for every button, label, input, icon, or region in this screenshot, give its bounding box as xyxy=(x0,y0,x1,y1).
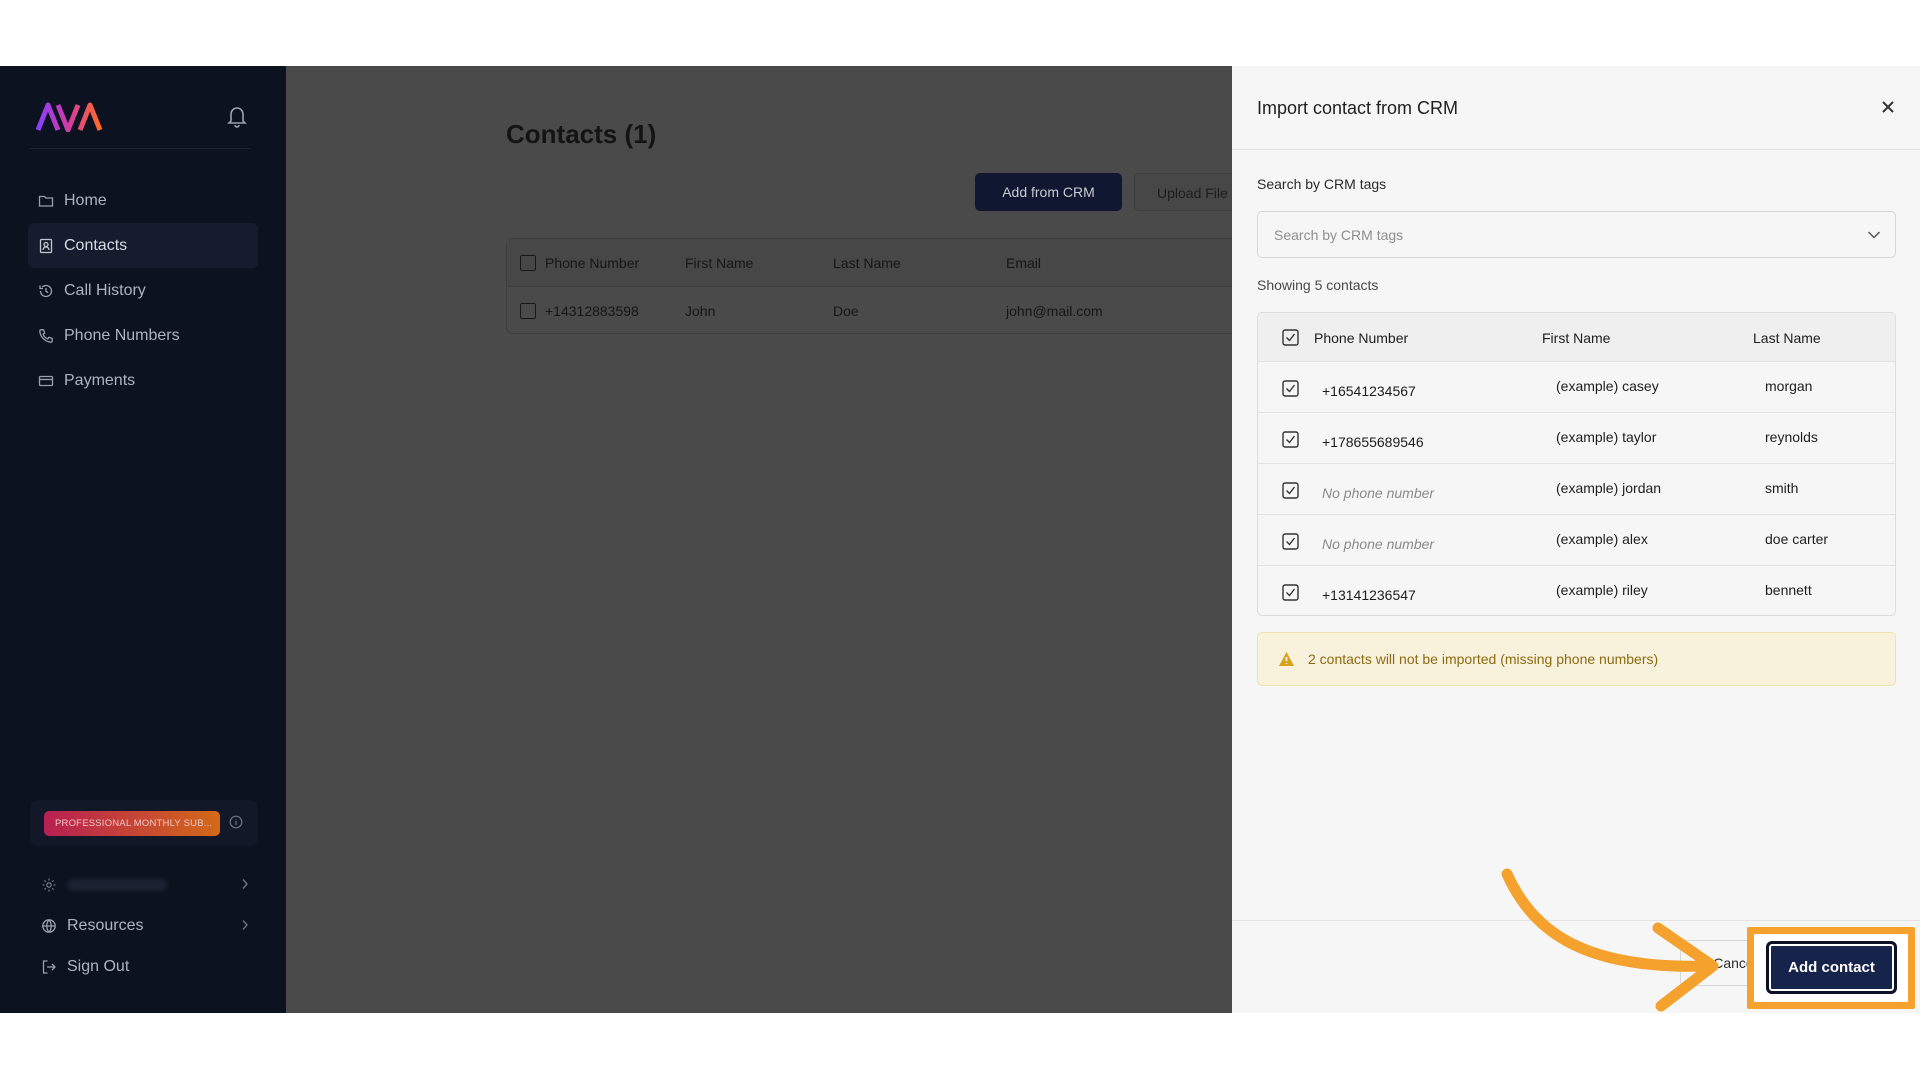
column-header-email[interactable]: Email xyxy=(1006,239,1041,287)
add-from-crm-button[interactable]: Add from CRM xyxy=(975,173,1122,211)
crm-tags-placeholder: Search by CRM tags xyxy=(1274,227,1404,243)
sidebar-item-label: Phone Numbers xyxy=(64,326,180,344)
row-checkbox[interactable] xyxy=(1282,533,1299,550)
sign-out-icon xyxy=(42,959,56,974)
sidebar-item-settings[interactable] xyxy=(30,864,258,905)
crm-tags-select[interactable]: Search by CRM tags xyxy=(1257,211,1896,258)
select-all-checkbox[interactable] xyxy=(1282,329,1299,346)
table-header-row: Phone Number First Name Last Name xyxy=(1258,313,1895,362)
table-row[interactable]: No phone number (example) jordan smith xyxy=(1258,464,1895,515)
warning-icon xyxy=(1279,652,1294,666)
cell-phone: +178655689546 xyxy=(1322,434,1424,450)
tutorial-arrow-icon xyxy=(1501,868,1719,1012)
sidebar-item-label: Resources xyxy=(67,916,144,934)
cell-last-name: Doe xyxy=(833,303,859,319)
plan-card: PROFESSIONAL MONTHLY SUB... xyxy=(30,800,258,846)
blurred-account-name xyxy=(67,878,167,891)
card-icon xyxy=(38,375,54,386)
ava-logo[interactable] xyxy=(36,102,108,132)
sidebar: Home Contacts Call History Phone Numbers… xyxy=(0,66,286,1013)
upload-file-button[interactable]: Upload File xyxy=(1134,173,1244,211)
row-checkbox[interactable] xyxy=(1282,584,1299,601)
sidebar-item-label: Contacts xyxy=(64,236,128,254)
crm-contacts-table: Phone Number First Name Last Name +16541… xyxy=(1257,312,1896,616)
close-icon[interactable] xyxy=(1880,99,1896,115)
column-header-phone: Phone Number xyxy=(1314,330,1409,346)
table-row[interactable]: +13141236547 (example) riley bennett xyxy=(1258,566,1895,615)
table-row[interactable]: No phone number (example) alex doe carte… xyxy=(1258,515,1895,566)
sidebar-item-phone-numbers[interactable]: Phone Numbers xyxy=(28,313,258,358)
cell-first-name: (example) riley xyxy=(1556,582,1648,598)
sidebar-item-resources[interactable]: Resources xyxy=(30,905,258,946)
cell-phone-missing: No phone number xyxy=(1322,485,1435,501)
column-header-first-name: First Name xyxy=(1542,330,1611,346)
sidebar-divider xyxy=(30,148,250,149)
select-all-checkbox[interactable] xyxy=(520,255,536,271)
gear-icon xyxy=(42,878,56,891)
phone-icon xyxy=(39,328,53,343)
sidebar-bottom-nav: Resources Sign Out xyxy=(30,864,258,987)
row-checkbox[interactable] xyxy=(1282,380,1299,397)
column-header-last-name: Last Name xyxy=(1753,330,1821,346)
row-checkbox[interactable] xyxy=(520,303,536,319)
sidebar-item-home[interactable]: Home xyxy=(28,178,258,223)
drawer-divider xyxy=(1232,149,1920,150)
contacts-table: Phone Number First Name Last Name Email … xyxy=(506,238,1232,334)
page-title: Contacts (1) xyxy=(506,119,657,149)
plan-badge[interactable]: PROFESSIONAL MONTHLY SUB... xyxy=(44,811,220,836)
cell-phone: +13141236547 xyxy=(1322,587,1416,603)
history-icon xyxy=(39,284,53,297)
bell-icon[interactable] xyxy=(226,104,248,128)
cell-first-name: (example) taylor xyxy=(1556,429,1657,445)
globe-icon xyxy=(42,918,56,933)
cell-last-name: doe carter xyxy=(1765,531,1829,547)
chevron-down-icon xyxy=(1867,231,1881,239)
missing-phone-warning: 2 contacts will not be imported (missing… xyxy=(1257,632,1896,686)
row-checkbox[interactable] xyxy=(1282,482,1299,499)
warning-text: 2 contacts will not be imported (missing… xyxy=(1308,651,1659,667)
sidebar-item-label: Call History xyxy=(64,281,146,299)
table-header-row: Phone Number First Name Last Name Email xyxy=(507,239,1232,287)
sidebar-item-sign-out[interactable]: Sign Out xyxy=(30,946,258,987)
sidebar-item-call-history[interactable]: Call History xyxy=(28,268,258,313)
drawer-title: Import contact from CRM xyxy=(1257,98,1459,118)
sidebar-item-payments[interactable]: Payments xyxy=(28,358,258,403)
sidebar-item-label: Sign Out xyxy=(67,957,130,975)
column-header-phone[interactable]: Phone Number xyxy=(545,239,639,287)
sidebar-item-label: Payments xyxy=(64,371,136,389)
showing-count: Showing 5 contacts xyxy=(1257,277,1379,293)
chevron-right-icon xyxy=(242,920,248,930)
cell-first-name: (example) jordan xyxy=(1556,480,1662,496)
chevron-right-icon xyxy=(242,879,248,889)
sidebar-nav: Home Contacts Call History Phone Numbers… xyxy=(28,178,258,403)
crm-tags-label: Search by CRM tags xyxy=(1257,176,1387,192)
cell-first-name: (example) alex xyxy=(1556,531,1648,547)
column-header-last-name[interactable]: Last Name xyxy=(833,239,901,287)
cell-last-name: smith xyxy=(1765,480,1799,496)
table-row[interactable]: +14312883598 John Doe john@mail.com xyxy=(507,287,1232,335)
sidebar-item-contacts[interactable]: Contacts xyxy=(28,223,258,268)
contact-book-icon xyxy=(39,238,53,253)
cell-phone: +16541234567 xyxy=(1322,383,1416,399)
cell-last-name: bennett xyxy=(1765,582,1812,598)
table-row[interactable]: +178655689546 (example) taylor reynolds xyxy=(1258,413,1895,464)
add-contact-button[interactable]: Add contact xyxy=(1766,941,1897,994)
cell-phone-missing: No phone number xyxy=(1322,536,1435,552)
cell-last-name: morgan xyxy=(1765,378,1813,394)
cell-phone: +14312883598 xyxy=(545,303,639,319)
row-checkbox[interactable] xyxy=(1282,431,1299,448)
main-content: Contacts (1) Add from CRM Upload File Ph… xyxy=(286,66,1244,1013)
cell-first-name: John xyxy=(685,303,716,319)
sidebar-item-label: Home xyxy=(64,191,107,209)
cell-last-name: reynolds xyxy=(1765,429,1818,445)
info-icon[interactable] xyxy=(229,815,243,829)
column-header-first-name[interactable]: First Name xyxy=(685,239,753,287)
cell-email: john@mail.com xyxy=(1006,303,1103,319)
cell-first-name: (example) casey xyxy=(1556,378,1659,394)
table-row[interactable]: +16541234567 (example) casey morgan xyxy=(1258,362,1895,413)
folder-icon xyxy=(38,195,54,207)
